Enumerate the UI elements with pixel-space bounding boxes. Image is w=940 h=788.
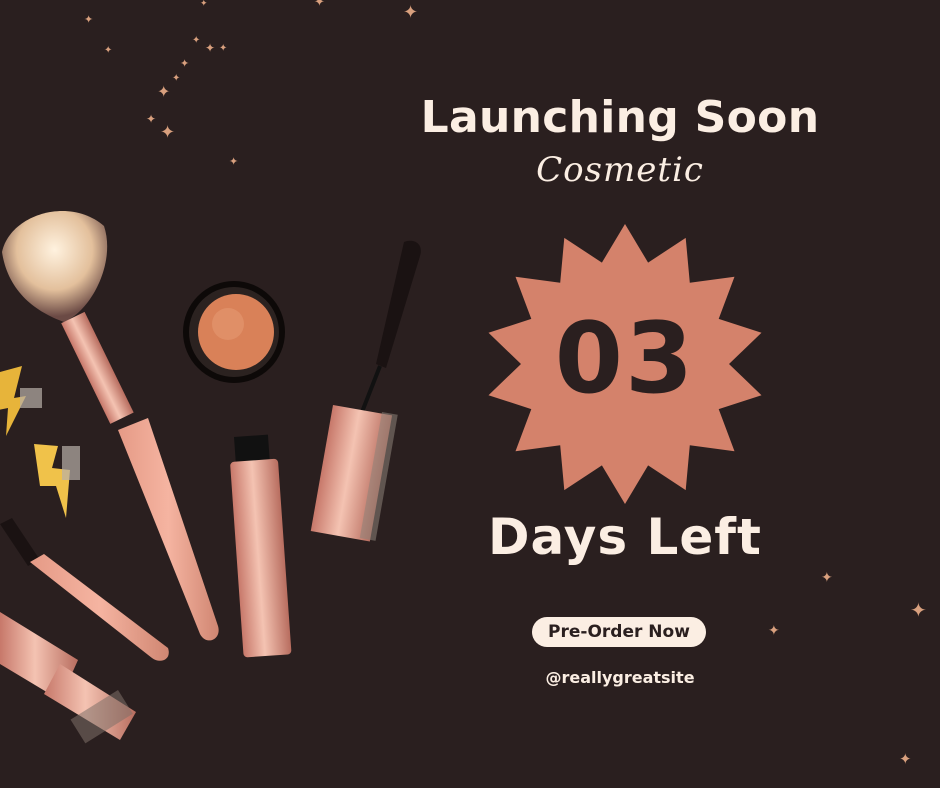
- star-icon: ✦: [899, 750, 912, 768]
- mascara-icon: [310, 240, 421, 542]
- lightning-clip-icon: [0, 366, 42, 436]
- countdown-number: 03: [554, 302, 696, 416]
- star-icon: ✦: [821, 570, 833, 586]
- pre-order-button[interactable]: Pre-Order Now: [532, 617, 706, 647]
- lightning-clip-icon: [34, 444, 80, 518]
- blush-compact-icon: [183, 281, 285, 383]
- star-icon: ✦: [768, 623, 780, 639]
- lipstick-icon: [0, 612, 136, 744]
- star-icon: ✦: [910, 598, 927, 622]
- page-title: Launching Soon: [420, 92, 820, 143]
- mascara-tube-icon: [230, 434, 292, 658]
- makeup-brush-icon: [2, 210, 219, 641]
- countdown-label: Days Left: [488, 508, 762, 566]
- poster: ✦ ✦ ✦ ✦ ✦ ✦ ✦ ✦ ✦ ✦ ✦ ✦ ✦ ✦ ✦ ✦ ✦ ✦ Laun…: [0, 0, 940, 788]
- social-handle: @reallygreatsite: [545, 668, 695, 687]
- page-subtitle: Cosmetic: [536, 150, 704, 190]
